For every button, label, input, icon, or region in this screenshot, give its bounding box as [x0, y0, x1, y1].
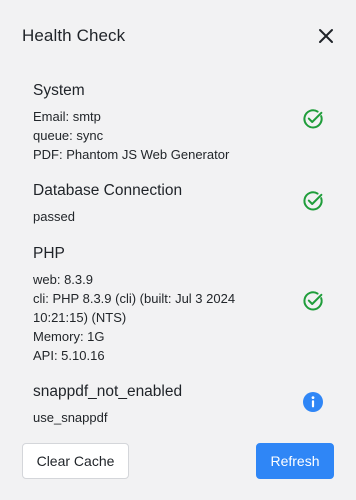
section-snappdf: snappdf_not_enabled use_snappdf: [33, 382, 332, 427]
section-line: API: 5.10.16: [33, 348, 105, 363]
close-icon[interactable]: [317, 27, 335, 45]
section-line: web: 8.3.9: [33, 272, 93, 287]
section-line: passed: [33, 209, 75, 224]
section-line: cli: PHP 8.3.9 (cli) (built: Jul 3 2024 …: [33, 291, 236, 325]
section-line: queue: sync: [33, 128, 104, 143]
dialog-title: Health Check: [22, 26, 126, 45]
close-button[interactable]: [316, 26, 336, 46]
section-title: System: [33, 82, 85, 99]
section-line: use_snappdf: [33, 410, 108, 425]
section-line: Email: smtp: [33, 109, 101, 124]
dialog-header: Health Check: [22, 24, 334, 48]
check-circle-icon: [303, 109, 323, 129]
section-title: PHP: [33, 245, 65, 262]
section-title: snappdf_not_enabled: [33, 383, 183, 400]
section-system: System Email: smtp queue: sync PDF: Phan…: [33, 81, 332, 164]
section-line: Memory: 1G: [33, 329, 105, 344]
refresh-button[interactable]: Refresh: [256, 443, 334, 479]
section-line: PDF: Phantom JS Web Generator: [33, 147, 230, 162]
check-circle-icon: [303, 291, 323, 311]
section-php: PHP web: 8.3.9 cli: PHP 8.3.9 (cli) (bui…: [33, 244, 332, 365]
section-title: Database Connection: [33, 182, 183, 199]
check-circle-icon: [303, 191, 323, 211]
section-database: Database Connection passed: [33, 181, 332, 226]
info-circle-icon: [303, 392, 323, 412]
health-check-dialog: Health Check System Email: smtp queue: s…: [0, 0, 356, 500]
clear-cache-button[interactable]: Clear Cache: [22, 443, 129, 479]
